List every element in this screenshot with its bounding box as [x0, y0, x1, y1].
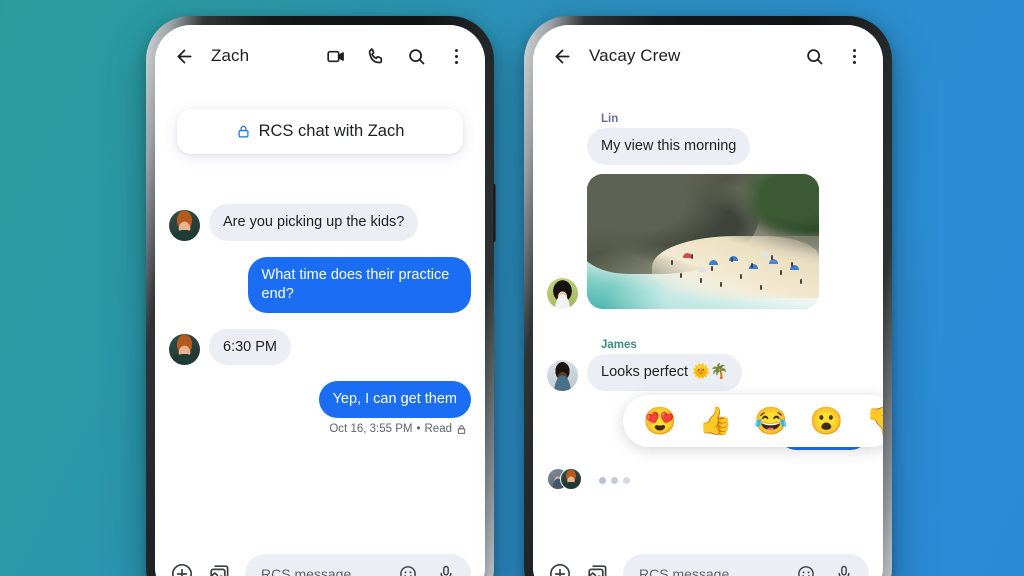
add-attachment-icon[interactable] [169, 561, 195, 576]
appbar-left: Zach [155, 25, 485, 87]
photo-attachment[interactable] [587, 173, 819, 309]
back-icon[interactable] [171, 43, 197, 69]
phone-left: Zach RCS chat with Zach Are you picking … [146, 16, 496, 576]
rcs-banner-label: RCS chat with Zach [258, 122, 405, 140]
emoji-reaction-picker[interactable]: 😍 👍 😂 😮 👎 [623, 395, 883, 447]
compose-bar-right: RCS message [533, 545, 883, 576]
avatar [560, 467, 582, 490]
message-bubble[interactable]: Yep, I can get them [318, 381, 471, 419]
vegetation-shape [735, 173, 819, 236]
more-options-icon[interactable] [841, 43, 867, 69]
phone-screen-left: Zach RCS chat with Zach Are you picking … [155, 25, 485, 576]
message-input[interactable]: RCS message [245, 554, 471, 576]
reaction-surprised-icon[interactable]: 😮 [810, 407, 844, 435]
status-state: Read [424, 423, 453, 436]
gallery-icon[interactable] [585, 561, 611, 576]
search-icon[interactable] [403, 43, 429, 69]
sender-name: James [601, 338, 637, 351]
message-row: 6:30 PM [169, 328, 471, 366]
reaction-thumbs-down-icon[interactable]: 👎 [866, 407, 884, 435]
more-options-icon[interactable] [443, 43, 469, 69]
avatar[interactable] [547, 359, 578, 391]
message-thread-right: Lin My view this morning 😍 👍 😂 😮 👎 James… [533, 87, 883, 494]
microphone-icon[interactable] [831, 561, 857, 576]
video-call-icon[interactable] [323, 43, 349, 69]
search-icon[interactable] [801, 43, 827, 69]
message-row: Are you picking up the kids? [169, 204, 471, 241]
emoji-icon[interactable] [395, 561, 421, 576]
back-icon[interactable] [549, 43, 575, 69]
compose-bar-left: RCS message [155, 545, 485, 576]
microphone-icon[interactable] [433, 561, 459, 576]
rcs-encryption-banner: RCS chat with Zach [177, 109, 463, 154]
phone-right: Vacay Crew Lin My view this morning 😍 👍 … [524, 16, 892, 576]
message-row: My view this morning [547, 128, 869, 165]
emoji-icon[interactable] [793, 561, 819, 576]
message-bubble[interactable]: Are you picking up the kids? [209, 204, 419, 241]
message-bubble[interactable]: Looks perfect 🌞🌴 [587, 353, 743, 391]
power-button[interactable] [492, 184, 496, 242]
message-row: Yep, I can get them [169, 381, 471, 419]
avatar[interactable] [169, 334, 200, 366]
avatar[interactable] [547, 277, 578, 309]
conversation-title: Vacay Crew [589, 46, 681, 65]
typing-avatars [547, 467, 589, 494]
thread-gap [169, 154, 471, 188]
reaction-joy-icon[interactable]: 😂 [754, 407, 788, 435]
reaction-heart-eyes-icon[interactable]: 😍 [643, 407, 677, 435]
sender-label-group: Lin [599, 113, 869, 125]
status-timestamp: Oct 16, 3:55 PM [329, 423, 413, 436]
reaction-thumbs-up-icon[interactable]: 👍 [699, 407, 733, 435]
status-separator: • [416, 423, 421, 436]
lock-icon [236, 124, 251, 139]
appbar-right: Vacay Crew [533, 25, 883, 87]
typing-dots [599, 477, 630, 485]
message-row: Looks perfect 🌞🌴 [547, 353, 869, 391]
beach-people [659, 236, 812, 295]
typing-indicator [547, 467, 869, 494]
gallery-icon[interactable] [207, 561, 233, 576]
message-input[interactable]: RCS message [623, 554, 869, 576]
add-attachment-icon[interactable] [547, 561, 573, 576]
message-row: What time does their practice end? [169, 256, 471, 313]
message-input-placeholder: RCS message [261, 566, 352, 576]
message-bubble[interactable]: What time does their practice end? [247, 256, 471, 313]
message-input-placeholder: RCS message [639, 566, 730, 576]
message-thread-left: RCS chat with Zach Are you picking up th… [155, 109, 485, 435]
message-bubble[interactable]: My view this morning [587, 128, 751, 165]
phone-call-icon[interactable] [363, 43, 389, 69]
beach-photo [587, 173, 819, 309]
sender-label-group: James [599, 339, 869, 351]
conversation-title: Zach [211, 46, 250, 65]
lock-icon [456, 424, 467, 435]
avatar[interactable] [169, 209, 200, 241]
sender-name: Lin [601, 113, 619, 125]
message-status: Oct 16, 3:55 PM • Read [169, 423, 471, 435]
message-bubble[interactable]: 6:30 PM [209, 328, 291, 366]
phone-screen-right: Vacay Crew Lin My view this morning 😍 👍 … [533, 25, 883, 576]
message-row-photo [547, 173, 869, 309]
